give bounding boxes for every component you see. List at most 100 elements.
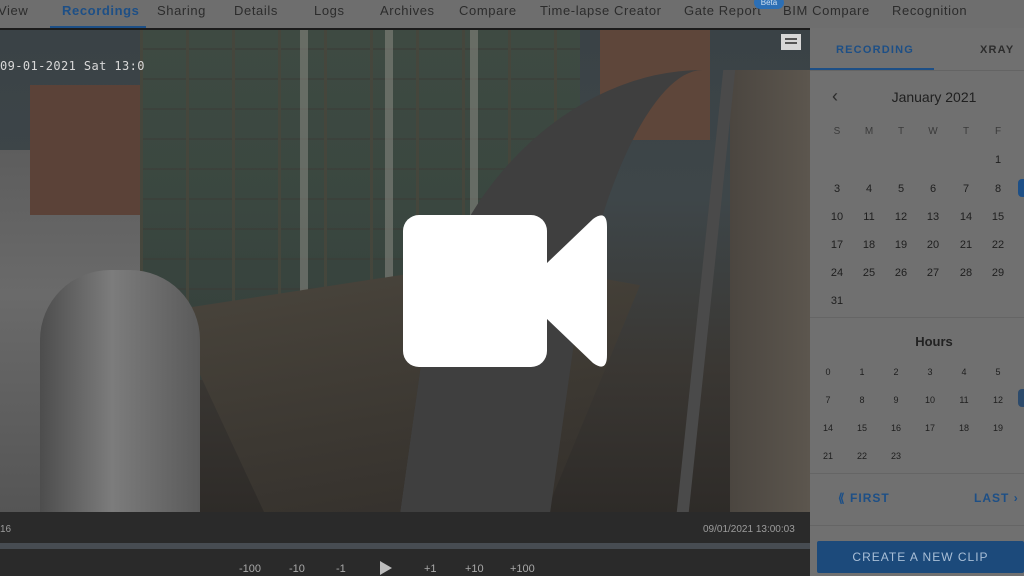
hour-button[interactable]: 3 bbox=[920, 365, 940, 379]
calendar-day[interactable]: 4 bbox=[857, 179, 881, 199]
weekday-header: T bbox=[897, 126, 905, 137]
weekday-header: S bbox=[833, 126, 841, 137]
calendar-day[interactable]: 24 bbox=[825, 263, 849, 283]
skip-back-100-button[interactable]: -100 bbox=[239, 563, 261, 575]
hour-button[interactable]: 0 bbox=[818, 365, 838, 379]
skip-back-10-button[interactable]: -10 bbox=[289, 563, 305, 575]
calendar-day[interactable]: 14 bbox=[954, 207, 978, 227]
calendar-day[interactable]: 31 bbox=[825, 291, 849, 311]
tab-bim-compare[interactable]: BIM Compare bbox=[783, 3, 870, 18]
calendar-day[interactable]: 19 bbox=[889, 235, 913, 255]
calendar-day[interactable]: 15 bbox=[986, 207, 1010, 227]
hour-button[interactable]: 18 bbox=[954, 421, 974, 435]
tab-xray[interactable]: XRAY bbox=[980, 44, 1014, 56]
hour-button[interactable]: 12 bbox=[988, 393, 1008, 407]
scroll-indicator bbox=[1018, 179, 1024, 197]
hour-button[interactable]: 23 bbox=[886, 449, 906, 463]
calendar-day[interactable]: 27 bbox=[921, 263, 945, 283]
hour-button[interactable]: 8 bbox=[852, 393, 872, 407]
video-camera-icon[interactable] bbox=[403, 215, 607, 367]
playback-bar: 16 09/01/2021 13:00:03 -100 -10 -1 +1 +1… bbox=[0, 512, 810, 576]
hours-title: Hours bbox=[915, 334, 953, 349]
tab-recognition[interactable]: Recognition bbox=[892, 3, 967, 18]
last-button[interactable]: LAST › bbox=[974, 491, 1019, 505]
archive-icon[interactable] bbox=[781, 34, 801, 50]
video-player[interactable]: 09-01-2021 Sat 13:0 bbox=[0, 30, 810, 512]
calendar-day[interactable]: 22 bbox=[986, 235, 1010, 255]
create-new-clip-button[interactable]: CREATE A NEW CLIP bbox=[817, 541, 1024, 573]
tab-compare[interactable]: Compare bbox=[459, 3, 517, 18]
skip-forward-1-button[interactable]: +1 bbox=[424, 563, 437, 575]
divider bbox=[810, 70, 1024, 71]
weekday-header: T bbox=[962, 126, 970, 137]
weekday-header: M bbox=[864, 126, 874, 137]
calendar-day[interactable]: 17 bbox=[825, 235, 849, 255]
hour-button[interactable]: 14 bbox=[818, 421, 838, 435]
tab-sharing[interactable]: Sharing bbox=[157, 3, 206, 18]
first-button[interactable]: ⟪ FIRST bbox=[838, 491, 890, 505]
skip-forward-100-button[interactable]: +100 bbox=[510, 563, 535, 575]
calendar-day[interactable]: 3 bbox=[825, 179, 849, 199]
skip-back-1-button[interactable]: -1 bbox=[336, 563, 346, 575]
calendar-day[interactable]: 5 bbox=[889, 179, 913, 199]
beta-badge: Beta bbox=[754, 0, 784, 9]
calendar-day[interactable]: 8 bbox=[986, 179, 1010, 199]
calendar-day[interactable]: 21 bbox=[954, 235, 978, 255]
calendar-day[interactable]: 25 bbox=[857, 263, 881, 283]
first-button-label: FIRST bbox=[850, 491, 890, 505]
top-navigation: View Recordings Sharing Details Logs Arc… bbox=[0, 0, 1024, 28]
tab-details[interactable]: Details bbox=[234, 3, 278, 18]
scene-roof-edge bbox=[730, 70, 810, 512]
recordings-side-panel: RECORDING XRAY ‹ January 2021 S M T W T … bbox=[810, 28, 1024, 576]
seek-bar[interactable] bbox=[0, 543, 810, 549]
hour-button[interactable]: 17 bbox=[920, 421, 940, 435]
hour-button[interactable]: 7 bbox=[818, 393, 838, 407]
active-tab-indicator bbox=[50, 26, 146, 28]
calendar-day[interactable]: 29 bbox=[986, 263, 1010, 283]
skip-forward-10-button[interactable]: +10 bbox=[465, 563, 484, 575]
hour-button[interactable]: 10 bbox=[920, 393, 940, 407]
video-timestamp: 09-01-2021 Sat 13:0 bbox=[0, 59, 145, 73]
hour-button[interactable]: 15 bbox=[852, 421, 872, 435]
weekday-header: W bbox=[928, 126, 938, 137]
tab-view[interactable]: View bbox=[0, 3, 28, 18]
calendar-day[interactable]: 28 bbox=[954, 263, 978, 283]
tab-logs[interactable]: Logs bbox=[314, 3, 345, 18]
chevron-right-icon: › bbox=[1013, 491, 1019, 505]
calendar-day[interactable]: 6 bbox=[921, 179, 945, 199]
divider bbox=[810, 317, 1024, 318]
tab-time-lapse-creator[interactable]: Time-lapse Creator bbox=[540, 3, 662, 18]
divider bbox=[810, 525, 1024, 526]
scene-round-tower bbox=[40, 270, 200, 512]
calendar-day[interactable]: 18 bbox=[857, 235, 881, 255]
tab-recordings[interactable]: Recordings bbox=[62, 3, 140, 18]
calendar-day[interactable]: 20 bbox=[921, 235, 945, 255]
hour-button[interactable]: 9 bbox=[886, 393, 906, 407]
calendar-day[interactable]: 7 bbox=[954, 179, 978, 199]
calendar-day[interactable]: 11 bbox=[857, 207, 881, 227]
calendar-day[interactable]: 10 bbox=[825, 207, 849, 227]
divider bbox=[810, 473, 1024, 474]
tab-gate-report[interactable]: Gate Report bbox=[684, 3, 761, 18]
tab-recording[interactable]: RECORDING bbox=[836, 44, 914, 56]
hour-button[interactable]: 5 bbox=[988, 365, 1008, 379]
hour-button[interactable]: 21 bbox=[818, 449, 838, 463]
hour-button[interactable]: 4 bbox=[954, 365, 974, 379]
hour-button[interactable]: 2 bbox=[886, 365, 906, 379]
play-icon[interactable] bbox=[380, 561, 392, 575]
hour-button[interactable]: 22 bbox=[852, 449, 872, 463]
calendar-day[interactable]: 12 bbox=[889, 207, 913, 227]
scroll-indicator bbox=[1018, 389, 1024, 407]
tab-archives[interactable]: Archives bbox=[380, 3, 435, 18]
current-timestamp: 09/01/2021 13:00:03 bbox=[703, 524, 795, 535]
calendar-month-title: January 2021 bbox=[891, 89, 977, 105]
hour-button[interactable]: 11 bbox=[954, 393, 974, 407]
hour-button[interactable]: 19 bbox=[988, 421, 1008, 435]
weekday-header: F bbox=[994, 126, 1002, 137]
calendar-day[interactable]: 26 bbox=[889, 263, 913, 283]
calendar-day[interactable]: 1 bbox=[986, 150, 1010, 170]
calendar-day[interactable]: 13 bbox=[921, 207, 945, 227]
last-button-label: LAST bbox=[974, 491, 1010, 505]
hour-button[interactable]: 16 bbox=[886, 421, 906, 435]
hour-button[interactable]: 1 bbox=[852, 365, 872, 379]
